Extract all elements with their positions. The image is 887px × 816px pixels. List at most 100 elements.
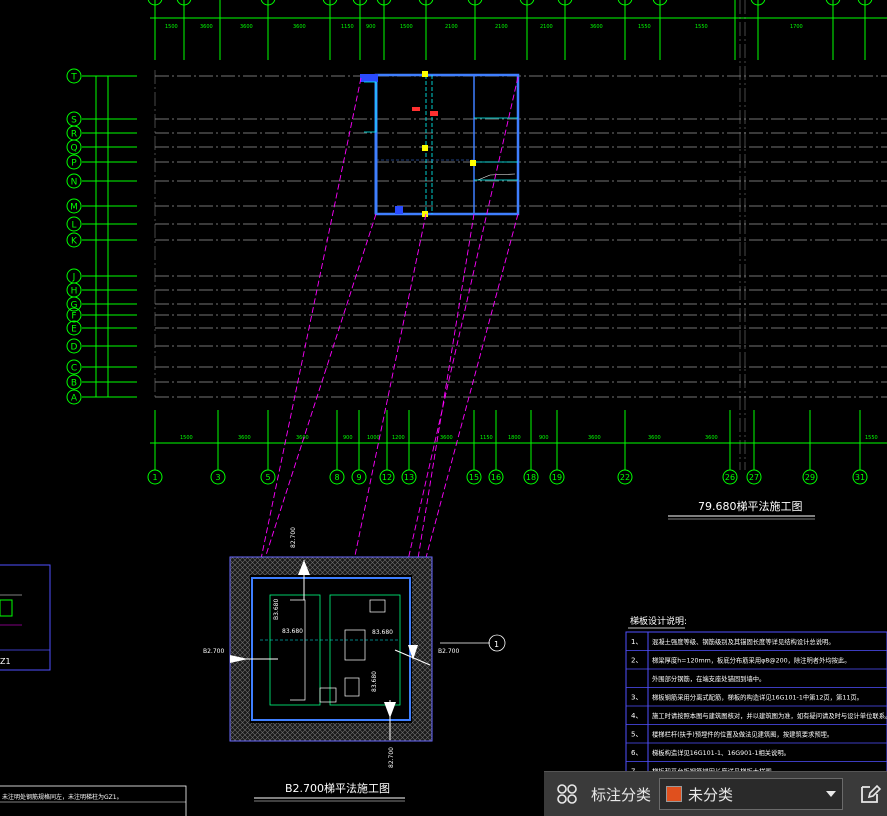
- grid-bubble-31: 31: [852, 469, 868, 485]
- dim-text: 3600: [200, 24, 213, 30]
- grid-bubble-label: 18: [526, 473, 536, 482]
- dim-text: 2100: [445, 24, 458, 30]
- grid-bubble-Q: Q: [66, 139, 82, 155]
- grid-bubble-label: L: [71, 221, 76, 231]
- grid-bubble-P: P: [66, 154, 82, 170]
- grid-bubble-label: 5: [265, 473, 270, 482]
- dim-text: 3600: [648, 435, 661, 441]
- grid-bubble-B: B: [66, 374, 82, 390]
- bottom-left-note: 未注明处钢筋规格同左，未注明梯柱为GZ1。: [0, 785, 187, 816]
- grid-bubble-label: F: [71, 312, 76, 322]
- grid-bubble-label: 12: [382, 473, 392, 482]
- note-number: 5、: [631, 731, 642, 739]
- grid-bubble-label: A: [71, 394, 78, 404]
- grid-bubble-label: K: [71, 237, 78, 247]
- grid-bubble-label: H: [71, 287, 78, 297]
- horizontal-grid-leaders: [82, 75, 137, 398]
- grid-bubble-label: 9: [356, 473, 361, 482]
- lower-stair-plan[interactable]: [229, 556, 433, 742]
- note-row: 5、 楼梯栏杆(扶手)预埋件的位置及做法见建筑图，按建筑要求预埋。: [631, 730, 833, 739]
- category-color-swatch: [666, 786, 683, 802]
- grid-four-circles-icon[interactable]: [549, 776, 585, 812]
- grid-number-bubbles: 1 3 5 8 9 12 13 15 16 18 19 22 26 27 29 31: [147, 469, 868, 485]
- edit-note-icon[interactable]: [853, 777, 887, 811]
- grid-bubble-5: 5: [260, 469, 276, 485]
- upper-stair-plan[interactable]: [360, 71, 520, 217]
- grid-bubble-label: N: [71, 178, 78, 188]
- grid-bubble-26: 26: [722, 469, 738, 485]
- note-text: 梯梁厚度h=120mm，板底分布筋采用φ8@200，除注明者外均按此。: [652, 656, 851, 665]
- dim-text: 1700: [790, 24, 803, 30]
- dim-text: 900: [343, 435, 353, 441]
- grid-bubble-label: D: [71, 343, 78, 353]
- dim-text: 1550: [638, 24, 651, 30]
- note-row: 3、 梯板钢筋采用分离式配筋，梯板的构造详见16G101-1中第12页，第11页。: [631, 693, 863, 702]
- annotation-toolbar: 标注分类 未分类: [544, 771, 887, 816]
- level-label: 82.700: [290, 527, 297, 548]
- level-label: B3.680: [273, 599, 280, 620]
- grid-bubble-T: T: [66, 68, 82, 84]
- grid-bubble-H: H: [66, 282, 82, 298]
- dim-text: 3600: [293, 24, 306, 30]
- grid-bubble-label: S: [71, 116, 77, 126]
- notes-title: 梯板设计说明:: [630, 615, 687, 627]
- note-text: 梯板钢筋采用分离式配筋，梯板的构造详见16G101-1中第12页，第11页。: [652, 693, 863, 702]
- dim-text: 900: [366, 24, 376, 30]
- grid-bubble-J: J: [66, 268, 82, 284]
- grid-bubble-label: 26: [725, 473, 735, 482]
- grid-bubble-27: 27: [746, 469, 762, 485]
- dim-text: 3600: [238, 435, 251, 441]
- grid-bubble-label: 8: [334, 473, 339, 482]
- grid-bubble-label: 27: [749, 473, 759, 482]
- grid-bubble-8: 8: [329, 469, 345, 485]
- grid-bubble-label: P: [71, 159, 77, 169]
- grid-bubble-label: 19: [552, 473, 562, 482]
- level-label: B2.700: [203, 648, 224, 655]
- dim-text: 1800: [508, 435, 521, 441]
- grid-bubble-N: N: [66, 173, 82, 189]
- dim-text: 1550: [865, 435, 878, 441]
- grid-bubble-label: 3: [215, 473, 220, 482]
- grid-bubble-22: 22: [617, 469, 633, 485]
- dim-text: 1500: [400, 24, 413, 30]
- dim-text: 2100: [540, 24, 553, 30]
- grid-bubble-S: S: [66, 111, 82, 127]
- grid-bubble-29: 29: [802, 469, 818, 485]
- grid-bubble-9: 9: [351, 469, 367, 485]
- annotation-category-select[interactable]: 未分类: [659, 778, 843, 810]
- note-text: 楼梯栏杆(扶手)预埋件的位置及做法见建筑图，按建筑要求预埋。: [652, 730, 833, 739]
- level-label: 83.680: [371, 671, 378, 692]
- cad-drawing-canvas[interactable]: 1500 3600 3600 3600 1150 900 1500 2100 2…: [0, 0, 887, 816]
- grid-bubble-label: Q: [70, 144, 77, 154]
- notes-block: 梯板设计说明: 1、 混凝土强度等级、钢筋级别及其锚固长度等详见结构设计总说明。 2…: [625, 615, 887, 783]
- note-number: 3、: [631, 694, 642, 702]
- note-row: 外围部分钢筋，在端支座处锚固到墙中。: [652, 674, 765, 683]
- grid-bubble-label: 16: [491, 473, 501, 482]
- grid-bubble-3: 3: [210, 469, 226, 485]
- grid-bubble-label: M: [70, 203, 78, 213]
- level-label: 83.680: [282, 628, 303, 635]
- grid-bubble-label: G: [71, 301, 78, 311]
- grid-bubble-R: R: [66, 125, 82, 141]
- grid-bubble-label: C: [71, 364, 77, 374]
- upper-title-text: 79.680梯平法施工图: [698, 499, 803, 513]
- grid-bubble-K: K: [66, 232, 82, 248]
- top-dimension-texts: 1500 3600 3600 3600 1150 900 1500 2100 2…: [165, 24, 803, 30]
- grid-bubble-label: 13: [404, 473, 414, 482]
- grid-bubble-label: T: [70, 73, 77, 83]
- dim-text: 2100: [495, 24, 508, 30]
- grid-bubble-12: 12: [379, 469, 395, 485]
- dim-text: 3600: [296, 435, 309, 441]
- bottom-dimension-texts: 1500 3600 3600 900 1000 1200 3600 1150 1…: [180, 435, 878, 441]
- dim-text: 3600: [440, 435, 453, 441]
- dim-text: 3600: [588, 435, 601, 441]
- grid-bubble-18: 18: [523, 469, 539, 485]
- grid-bubble-16: 16: [488, 469, 504, 485]
- grid-bubble-D: D: [66, 338, 82, 354]
- note-number: 2、: [631, 657, 642, 665]
- level-label: 83.680: [372, 629, 393, 636]
- grid-bubble-label: 31: [855, 473, 865, 482]
- horizontal-grid-lines: [155, 75, 887, 398]
- top-grid-bubbles: [147, 0, 873, 6]
- note-row: 4、 施工时请按照本图与建筑图核对，并以建筑图为准，如有疑问请及时与设计单位联系。: [631, 711, 887, 720]
